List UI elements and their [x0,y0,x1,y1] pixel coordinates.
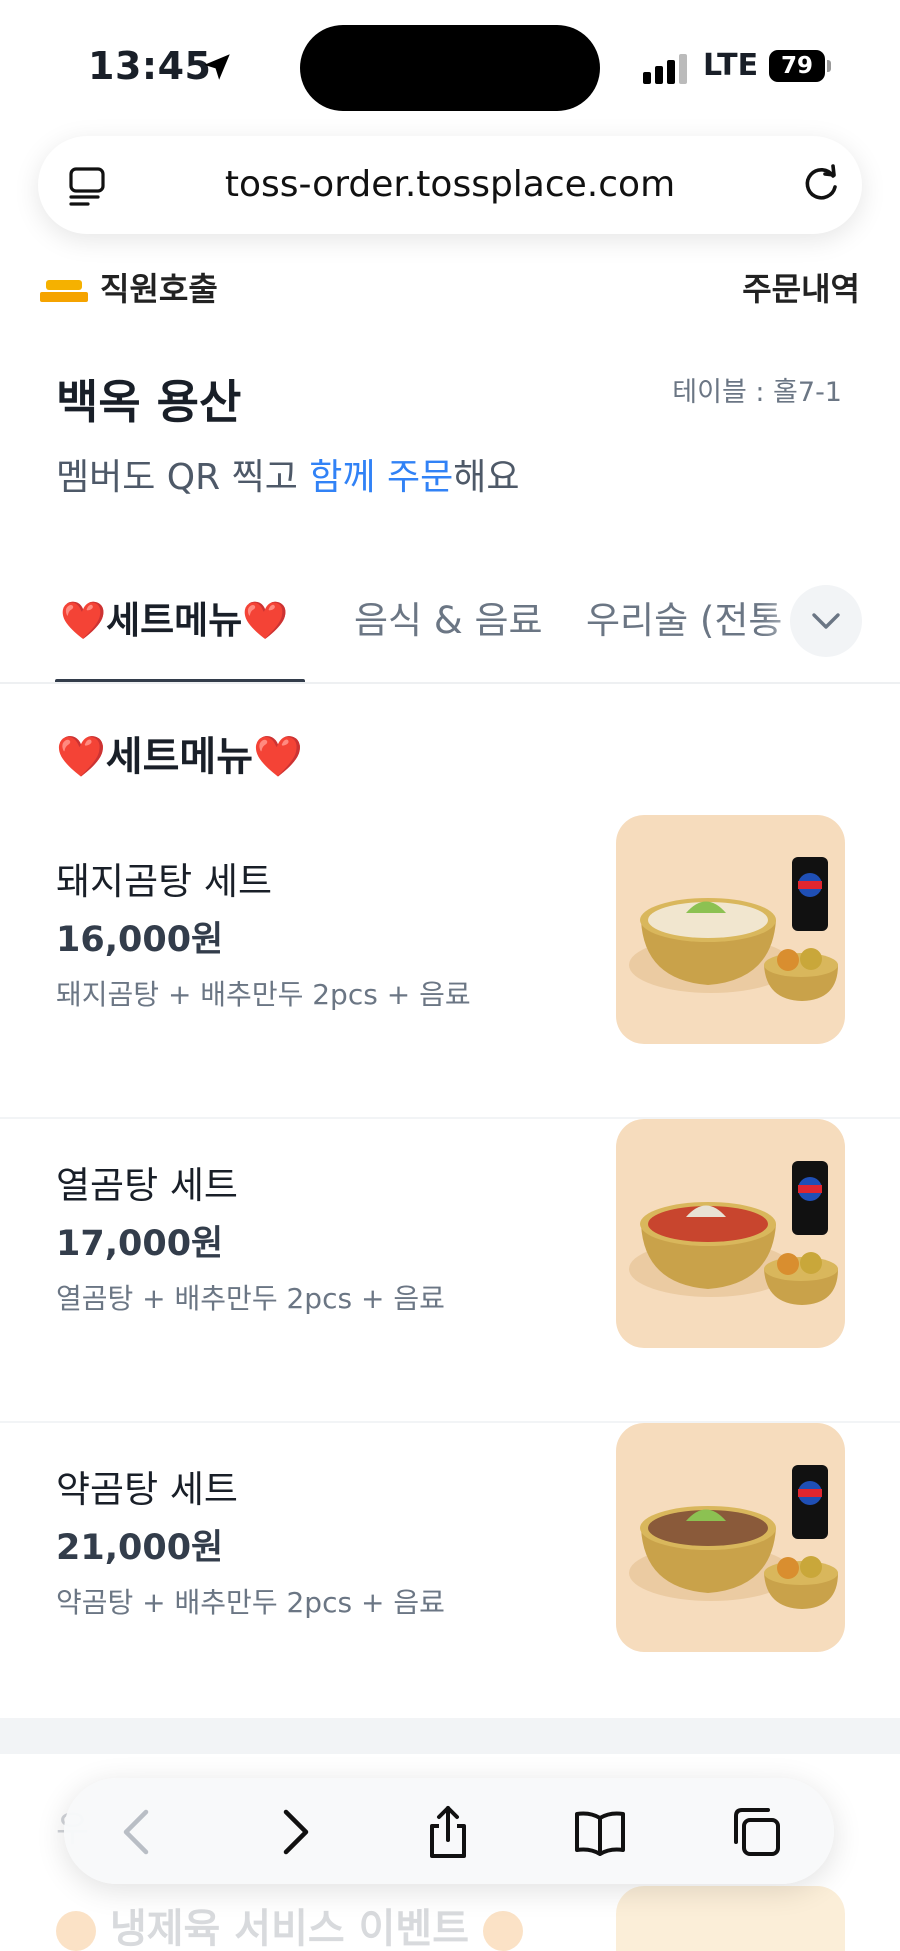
tagline-highlight: 함께 주문 [309,457,454,498]
menu-item-image[interactable] [616,815,845,1044]
menu-item-image[interactable] [616,1423,845,1652]
menu-item-price: 17,000원 [56,1224,224,1264]
tabs-icon[interactable] [728,1804,784,1860]
menu-item-image[interactable] [616,1119,845,1348]
store-name: 백옥 용산 [56,375,242,429]
tagline: 멤버도 QR 찍고 함께 주문해요 [56,448,519,500]
battery-icon: 79 [769,50,825,82]
browser-toolbar [64,1778,834,1884]
next-section-title-text: 냉제육 서비스 이벤트 [109,1906,469,1951]
active-tab-indicator [55,679,305,682]
menu-item-description: 돼지곰탕 + 배추만두 2pcs + 음료 [56,978,471,1011]
menu-item-name: 약곰탕 세트 [56,1468,238,1511]
menu-item-description: 약곰탕 + 배추만두 2pcs + 음료 [56,1586,445,1619]
tab-food-drinks[interactable]: 음식 & 음료 [354,590,543,644]
staff-call-button[interactable]: 직원호출 [100,264,218,308]
section-title: ❤️세트메뉴❤️ [56,734,303,780]
section-separator [0,1718,900,1754]
menu-item[interactable]: 돼지곰탕 세트 16,000원 돼지곰탕 + 배추만두 2pcs + 음료 [0,815,900,1119]
share-icon[interactable] [420,1804,476,1860]
menu-item-price: 16,000원 [56,920,224,960]
tab-set-menu[interactable]: ❤️세트메뉴❤️ [60,590,288,644]
menu-item-name: 열곰탕 세트 [56,1164,238,1207]
forward-icon[interactable] [266,1804,322,1860]
next-section-title: 냉제육 서비스 이벤트 [56,1896,523,1951]
tagline-text-end: 해요 [453,457,520,498]
signal-icon [643,52,687,84]
menu-item[interactable]: 열곰탕 세트 17,000원 열곰탕 + 배추만두 2pcs + 음료 [0,1119,900,1423]
next-item-image[interactable] [616,1886,845,1951]
smile-emoji-icon [56,1911,96,1951]
url-text[interactable]: toss-order.tossplace.com [38,164,862,205]
order-history-button[interactable]: 주문내역 [742,264,860,308]
status-time: 13:45 [88,44,212,88]
battery-nub [827,60,831,72]
back-icon[interactable] [110,1804,166,1860]
tab-traditional-liquor[interactable]: 우리술 (전통 [586,590,782,644]
tagline-text: 멤버도 QR 찍고 [56,457,310,498]
network-label: LTE [703,48,759,83]
location-arrow-icon [204,54,230,80]
page-header: 직원호출 주문내역 [0,258,900,308]
table-label: 테이블 : 홀7-1 [672,377,842,408]
category-tabs: ❤️세트메뉴❤️ 음식 & 음료 우리술 (전통 [0,560,900,684]
expand-categories-button[interactable] [790,585,862,657]
menu-item-name: 돼지곰탕 세트 [56,860,273,903]
menu-item[interactable]: 약곰탕 세트 21,000원 약곰탕 + 배추만두 2pcs + 음료 [0,1423,900,1727]
menu-item-price: 21,000원 [56,1528,224,1568]
address-bar[interactable]: toss-order.tossplace.com [38,136,862,234]
bell-icon[interactable] [40,276,88,302]
chevron-down-icon [812,613,840,629]
smile-emoji-icon [482,1911,523,1951]
menu-item-description: 열곰탕 + 배추만두 2pcs + 음료 [56,1282,445,1315]
status-bar: 13:45 LTE 79 [0,0,900,130]
reload-icon[interactable] [798,162,844,208]
bookmarks-icon[interactable] [572,1804,628,1860]
dynamic-island [300,25,600,111]
